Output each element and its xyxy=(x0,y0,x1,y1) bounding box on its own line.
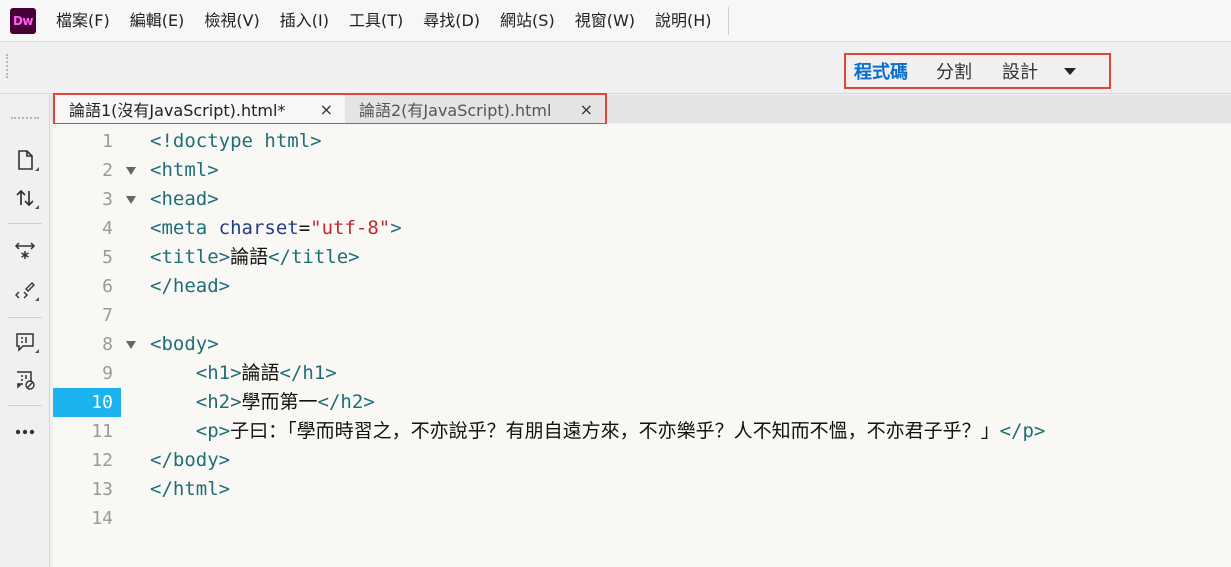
panel-grip[interactable] xyxy=(11,117,39,121)
design-view-button[interactable]: 設計 xyxy=(1002,58,1038,84)
menu-file[interactable]: 檔案(F) xyxy=(46,0,120,42)
code-text: <meta charset="utf-8"> xyxy=(150,217,402,239)
code-line[interactable]: 6 </head> xyxy=(53,272,1231,301)
line-number: 9 xyxy=(102,363,113,384)
fold-toggle-icon[interactable] xyxy=(125,156,137,185)
view-dropdown-icon[interactable] xyxy=(1064,67,1076,75)
remove-comment-icon[interactable] xyxy=(8,365,42,395)
code-line[interactable]: 9 <h1>論語</h1> xyxy=(53,359,1231,388)
code-line[interactable]: 11 <p>子曰：「學而時習之，不亦說乎？有朋自遠方來，不亦樂乎？人不知而不慍，… xyxy=(53,417,1231,446)
tool-divider xyxy=(8,317,42,318)
menu-view[interactable]: 檢視(V) xyxy=(194,0,269,42)
line-number: 12 xyxy=(91,450,113,471)
new-file-icon[interactable] xyxy=(8,145,42,175)
menu-help[interactable]: 說明(H) xyxy=(645,0,722,42)
tab-lunyu2[interactable]: 論語2(有JavaScript).html × xyxy=(345,95,605,123)
code-text: <title>論語</title> xyxy=(150,246,360,268)
code-text: </head> xyxy=(150,275,231,297)
fold-toggle-icon[interactable] xyxy=(125,330,137,359)
sort-icon[interactable] xyxy=(8,183,42,213)
expand-icon[interactable] xyxy=(8,235,42,265)
code-line[interactable]: 4 <meta charset="utf-8"> xyxy=(53,214,1231,243)
menu-edit[interactable]: 編輯(E) xyxy=(120,0,195,42)
tool-divider xyxy=(8,223,42,224)
line-number: 5 xyxy=(102,247,113,268)
code-line[interactable]: 8 <body> xyxy=(53,330,1231,359)
code-line[interactable]: 2 <html> xyxy=(53,156,1231,185)
toolbar-grip[interactable] xyxy=(6,54,9,78)
code-line[interactable]: 3 <head> xyxy=(53,185,1231,214)
code-text: </html> xyxy=(150,478,231,500)
code-line[interactable]: 12 </body> xyxy=(53,446,1231,475)
code-text: </body> xyxy=(150,449,231,471)
line-number: 2 xyxy=(102,160,113,181)
code-line[interactable]: 7 xyxy=(53,301,1231,330)
document-tabs: 論語1(沒有JavaScript).html* × 論語2(有JavaScrip… xyxy=(53,93,607,125)
code-text: <!doctype html> xyxy=(150,130,322,152)
tab-label: 論語2(有JavaScript).html xyxy=(359,101,552,120)
line-number: 4 xyxy=(102,218,113,239)
code-view-button[interactable]: 程式碼 xyxy=(854,58,908,84)
line-number: 8 xyxy=(102,334,113,355)
line-number: 14 xyxy=(91,508,113,529)
split-view-button[interactable]: 分割 xyxy=(936,58,972,84)
menu-tools[interactable]: 工具(T) xyxy=(339,0,413,42)
menu-site[interactable]: 網站(S) xyxy=(490,0,565,42)
code-text: <h2>學而第一</h2> xyxy=(195,391,375,413)
menu-bar: Dw 檔案(F) 編輯(E) 檢視(V) 插入(I) 工具(T) 尋找(D) 網… xyxy=(0,0,1231,42)
tab-label: 論語1(沒有JavaScript).html* xyxy=(69,101,286,120)
code-line[interactable]: 5 <title>論語</title> xyxy=(53,243,1231,272)
code-text: <head> xyxy=(150,188,219,210)
code-text: <html> xyxy=(150,159,219,181)
line-number: 6 xyxy=(102,276,113,297)
code-line[interactable]: 13 </html> xyxy=(53,475,1231,504)
line-number: 10 xyxy=(53,388,121,417)
code-line[interactable]: 14 xyxy=(53,504,1231,533)
line-number: 3 xyxy=(102,189,113,210)
close-icon[interactable]: × xyxy=(320,100,333,119)
tab-lunyu1[interactable]: 論語1(沒有JavaScript).html* × xyxy=(55,95,345,123)
code-editor[interactable]: 1 <!doctype html> 2 <html> 3 <head> 4 <meta cha… xyxy=(53,124,1231,567)
common-toolbar xyxy=(0,95,50,567)
view-switcher: 程式碼 分割 設計 xyxy=(844,53,1111,89)
menu-find[interactable]: 尋找(D) xyxy=(413,0,490,42)
document-tab-bar: 論語1(沒有JavaScript).html* × 論語2(有JavaScrip… xyxy=(51,93,1231,125)
menu-window[interactable]: 視窗(W) xyxy=(565,0,645,42)
comment-icon[interactable] xyxy=(8,327,42,357)
dreamweaver-logo: Dw xyxy=(10,7,36,34)
code-line[interactable]: 1 <!doctype html> xyxy=(53,127,1231,156)
fold-toggle-icon[interactable] xyxy=(125,185,137,214)
menu-insert[interactable]: 插入(I) xyxy=(270,0,339,42)
line-number: 11 xyxy=(91,421,113,442)
tool-divider xyxy=(8,405,42,406)
line-number: 7 xyxy=(102,305,113,326)
code-line[interactable]: 10 <h2>學而第一</h2> xyxy=(53,388,1231,417)
code-text: <body> xyxy=(150,333,219,355)
menu-divider xyxy=(727,6,729,35)
code-text: <p>子曰：「學而時習之，不亦說乎？有朋自遠方來，不亦樂乎？人不知而不慍，不亦君… xyxy=(195,420,1046,442)
close-icon[interactable]: × xyxy=(580,100,593,119)
code-format-icon[interactable] xyxy=(8,275,42,305)
code-text: <h1>論語</h1> xyxy=(195,362,337,384)
line-number: 1 xyxy=(102,131,113,152)
document-toolbar: 程式碼 分割 設計 xyxy=(0,42,1231,94)
more-icon[interactable] xyxy=(8,417,42,447)
line-number: 13 xyxy=(91,479,113,500)
